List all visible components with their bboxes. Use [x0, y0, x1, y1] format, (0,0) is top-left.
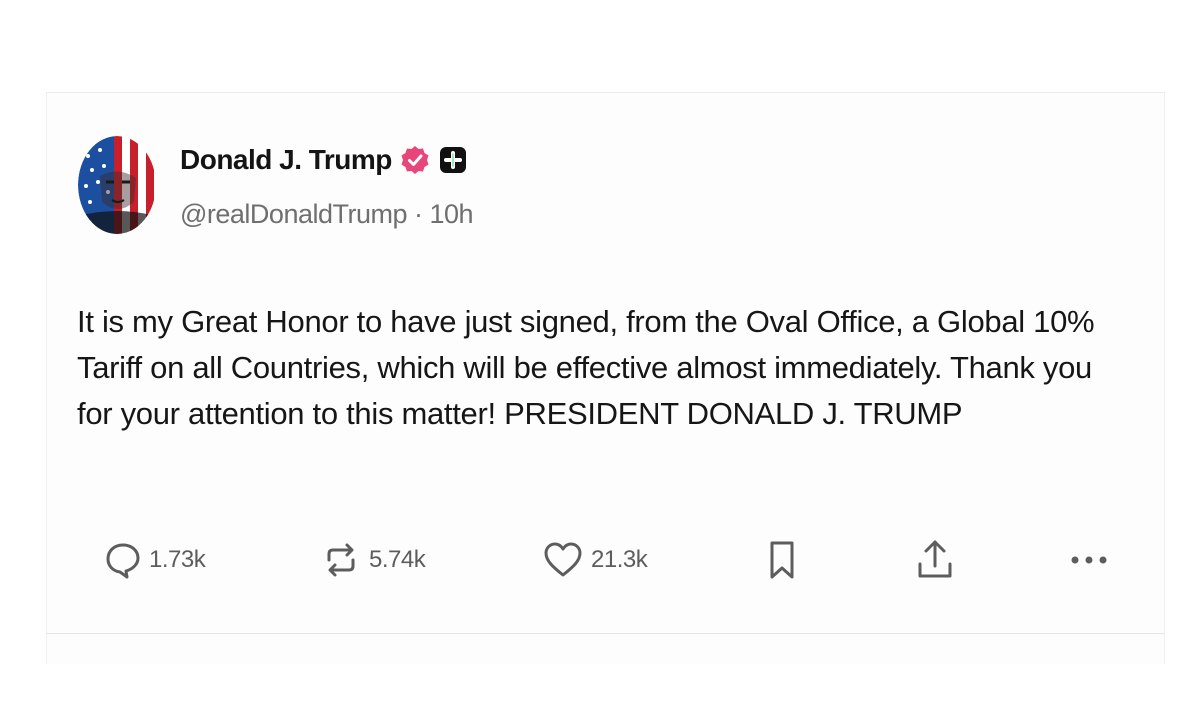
- avatar[interactable]: [78, 136, 156, 234]
- repost-icon: [321, 540, 361, 580]
- author-display-name[interactable]: Donald J. Trump: [180, 144, 392, 176]
- repost-count: 5.74k: [369, 546, 426, 573]
- like-count: 21.3k: [591, 546, 648, 573]
- more-icon: [1069, 554, 1109, 566]
- heart-icon: [543, 541, 583, 579]
- more-button[interactable]: [1069, 533, 1109, 587]
- post-card[interactable]: Donald J. Trump @realDonaldTrump · 10h I…: [46, 92, 1165, 664]
- share-icon: [915, 538, 955, 582]
- bookmark-icon: [767, 539, 797, 581]
- reply-count: 1.73k: [149, 546, 206, 573]
- reply-icon: [105, 541, 141, 579]
- author-name-row: Donald J. Trump: [180, 140, 468, 180]
- author-meta: @realDonaldTrump · 10h: [180, 199, 474, 230]
- like-button[interactable]: 21.3k: [543, 533, 648, 587]
- meta-separator: ·: [414, 199, 430, 229]
- author-handle[interactable]: @realDonaldTrump: [180, 199, 408, 229]
- plus-badge-icon: [438, 145, 468, 175]
- post-time[interactable]: 10h: [430, 199, 474, 229]
- avatar-image: [78, 136, 156, 234]
- reply-button[interactable]: 1.73k: [105, 533, 206, 587]
- bookmark-button[interactable]: [767, 533, 797, 587]
- action-bar: 1.73k 5.74k 21.3k: [47, 533, 1164, 587]
- page: Donald J. Trump @realDonaldTrump · 10h I…: [0, 0, 1200, 720]
- share-button[interactable]: [915, 533, 955, 587]
- repost-button[interactable]: 5.74k: [321, 533, 426, 587]
- verified-badge-icon: [400, 145, 430, 175]
- post-divider: [47, 633, 1164, 634]
- post-text: It is my Great Honor to have just signed…: [77, 304, 1095, 431]
